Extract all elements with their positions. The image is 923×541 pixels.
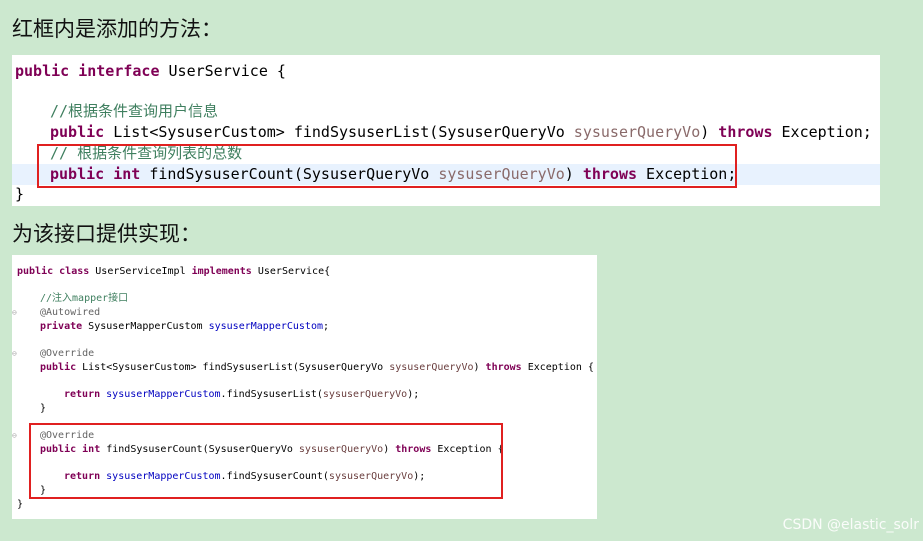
fold-marker-icon[interactable]: ⊖	[12, 306, 17, 319]
page: { "heading1": "红框内是添加的方法：", "heading2": …	[0, 0, 923, 541]
code-annotation: @Autowired	[40, 307, 101, 318]
code-line: }	[40, 403, 47, 414]
added-method-highlight-box	[37, 144, 737, 188]
fold-marker-icon[interactable]: ⊖	[12, 347, 17, 360]
code-line: private SysuserMapperCustom sysuserMappe…	[40, 321, 330, 332]
watermark: CSDN @elastic_solr	[782, 517, 919, 533]
added-impl-highlight-box	[29, 423, 503, 499]
heading-interface-note: 红框内是添加的方法：	[12, 17, 222, 41]
code-line: public class UserServiceImpl implements …	[17, 266, 331, 277]
code-line: }	[17, 499, 24, 510]
code-comment: //根据条件查询用户信息	[50, 102, 219, 120]
heading-impl-note: 为该接口提供实现：	[12, 222, 201, 246]
code-line: return sysuserMapperCustom.findSysuserLi…	[64, 389, 420, 400]
code-line: public List<SysuserCustom> findSysuserLi…	[50, 123, 872, 141]
code-comment: //注入mapper接口	[40, 293, 129, 304]
code-line: }	[15, 185, 25, 203]
code-line: public List<SysuserCustom> findSysuserLi…	[40, 362, 594, 373]
fold-marker-icon[interactable]: ⊖	[12, 429, 17, 442]
code-annotation: @Override	[40, 348, 95, 359]
code-line: public interface UserService {	[15, 62, 286, 80]
